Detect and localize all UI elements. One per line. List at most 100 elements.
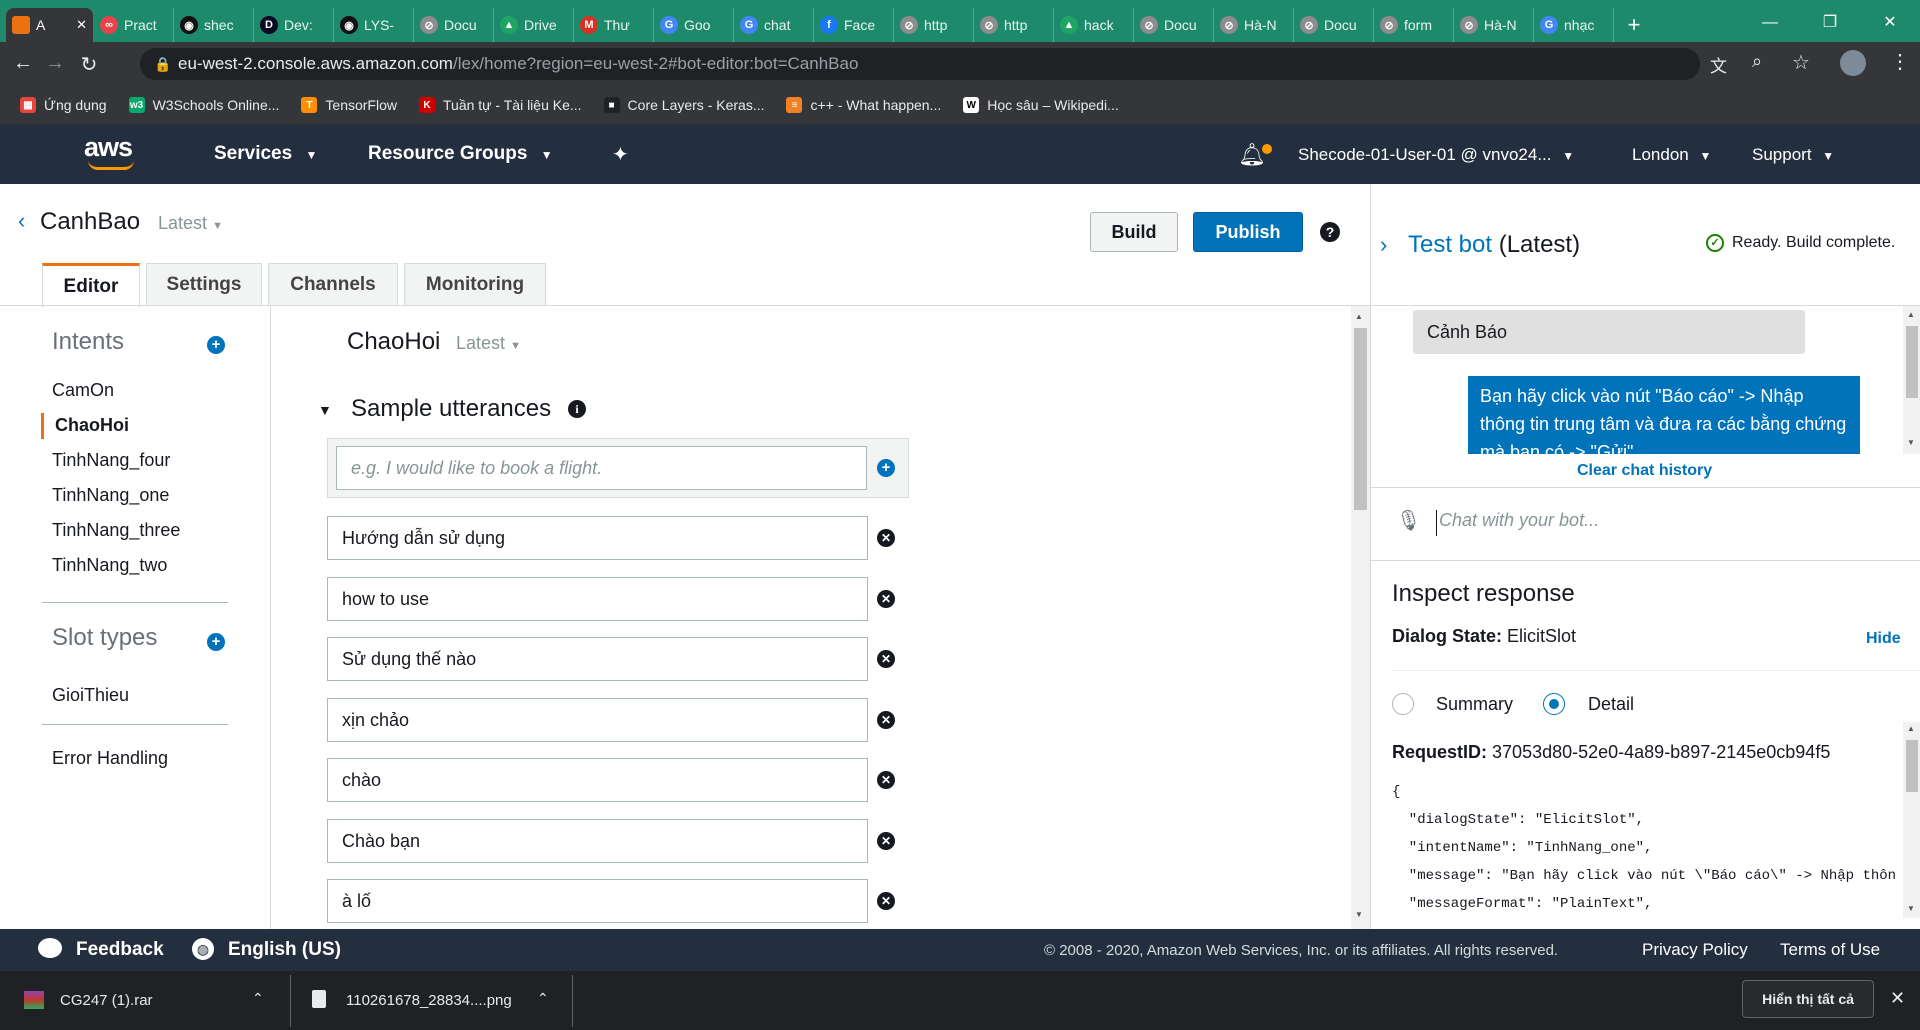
resource-groups-menu[interactable]: Resource Groups ▼: [368, 124, 553, 184]
info-icon[interactable]: i: [568, 400, 586, 418]
pin-icon[interactable]: ✦: [612, 142, 629, 167]
remove-utterance-icon[interactable]: ✕: [877, 771, 895, 789]
detail-radio[interactable]: [1543, 693, 1565, 715]
support-menu[interactable]: Support ▼: [1752, 124, 1834, 184]
browser-tab[interactable]: ⊘ Hà-N: [1214, 8, 1294, 42]
download-item-1[interactable]: CG247 (1).rar: [60, 992, 153, 1009]
feedback-link[interactable]: Feedback: [76, 939, 164, 961]
bookmark-item[interactable]: ▦ Ứng dụng: [20, 97, 107, 113]
sidebar-item-intent[interactable]: TinhNang_four: [52, 450, 170, 471]
new-utterance-input[interactable]: e.g. I would like to book a flight.: [336, 446, 867, 490]
scroll-up-icon[interactable]: ▲: [1907, 310, 1915, 319]
utterance-input[interactable]: Sử dụng thế nào: [327, 637, 868, 681]
tab-editor[interactable]: Editor: [42, 263, 140, 307]
editor-scrollbar[interactable]: ▲ ▼: [1351, 306, 1370, 929]
minimize-icon[interactable]: —: [1740, 4, 1800, 42]
browser-tab[interactable]: f Face: [814, 8, 894, 42]
bookmark-item[interactable]: K Tuần tự - Tài liệu Ke...: [419, 97, 582, 113]
remove-utterance-icon[interactable]: ✕: [877, 710, 895, 729]
add-slot-type-icon[interactable]: +: [207, 633, 225, 651]
scrollbar-thumb[interactable]: [1906, 740, 1918, 792]
scroll-up-icon[interactable]: ▲: [1355, 312, 1363, 321]
remove-utterance-icon[interactable]: ✕: [877, 529, 895, 547]
clear-chat-history-link[interactable]: Clear chat history: [1577, 462, 1712, 480]
browser-tab[interactable]: D Dev:: [254, 8, 334, 42]
browser-tab[interactable]: M Thư: [574, 8, 654, 42]
sidebar-item-intent[interactable]: CamOn: [52, 380, 114, 401]
browser-tab[interactable]: ◉ LYS-: [334, 8, 414, 42]
slot-type-gioithieu[interactable]: GioiThieu: [52, 685, 129, 706]
address-bar[interactable]: 🔒 eu-west-2.console.aws.amazon.com/lex/h…: [140, 48, 1700, 80]
show-all-downloads-button[interactable]: Hiển thị tất cả: [1742, 980, 1874, 1018]
utterance-input[interactable]: Chào bạn: [327, 818, 868, 863]
add-utterance-icon[interactable]: +: [877, 459, 895, 477]
close-downloads-icon[interactable]: ✕: [1890, 988, 1905, 1009]
scroll-down-icon[interactable]: ▼: [1355, 910, 1363, 919]
bookmark-item[interactable]: ■ Core Layers - Keras...: [603, 97, 764, 113]
remove-utterance-icon[interactable]: ✕: [877, 589, 895, 608]
browser-menu-icon[interactable]: ⋮: [1890, 49, 1910, 74]
browser-tab[interactable]: ▲ Drive: [494, 8, 574, 42]
chat-scrollbar[interactable]: ▲ ▼: [1903, 306, 1920, 454]
scroll-down-icon[interactable]: ▼: [1907, 438, 1915, 447]
bot-version-select[interactable]: Latest ▼: [158, 213, 223, 234]
sidebar-item-intent[interactable]: ChaoHoi: [55, 415, 129, 436]
chevron-up-icon[interactable]: ⌃: [537, 990, 549, 1007]
browser-tab[interactable]: ⊘ Docu: [1134, 8, 1214, 42]
browser-tab[interactable]: Gnhạc: [1534, 8, 1614, 42]
summary-radio[interactable]: [1392, 693, 1414, 715]
panel-expand-chevron-icon[interactable]: ›: [1380, 232, 1387, 258]
bookmark-item[interactable]: ≡ c++ - What happen...: [786, 97, 941, 113]
bookmark-star-icon[interactable]: ☆: [1792, 50, 1810, 75]
remove-utterance-icon[interactable]: ✕: [877, 831, 895, 850]
privacy-policy-link[interactable]: Privacy Policy: [1642, 940, 1748, 960]
browser-tab[interactable]: G Goo: [654, 8, 734, 42]
services-menu[interactable]: Services ▼: [214, 124, 317, 184]
help-icon[interactable]: ?: [1320, 222, 1340, 242]
forward-icon[interactable]: →: [42, 52, 68, 75]
terms-of-use-link[interactable]: Terms of Use: [1780, 940, 1880, 960]
sidebar-item-intent[interactable]: TinhNang_three: [52, 520, 180, 541]
aws-logo[interactable]: aws: [84, 132, 133, 163]
window-close-icon[interactable]: ✕: [1860, 4, 1920, 42]
reload-icon[interactable]: ↻: [76, 52, 102, 77]
bookmark-item[interactable]: T TensorFlow: [301, 97, 397, 113]
chevron-up-icon[interactable]: ⌃: [252, 990, 264, 1007]
inspect-scrollbar[interactable]: ▲ ▼: [1903, 722, 1920, 918]
browser-tab[interactable]: Gchat: [734, 8, 814, 42]
scroll-up-icon[interactable]: ▲: [1907, 724, 1915, 733]
scrollbar-thumb[interactable]: [1906, 326, 1918, 398]
account-menu[interactable]: Shecode-01-User-01 @ vnvo24... ▼: [1298, 124, 1574, 184]
browser-tab[interactable]: ⊘ form: [1374, 8, 1454, 42]
region-menu[interactable]: London ▼: [1632, 124, 1711, 184]
browser-tab[interactable]: ∞ Pract: [94, 8, 174, 42]
browser-tab[interactable]: ⊘ http: [974, 8, 1054, 42]
publish-button[interactable]: Publish: [1193, 212, 1303, 252]
browser-tab[interactable]: ▲ hack: [1054, 8, 1134, 42]
intent-version-select[interactable]: Latest ▼: [456, 333, 521, 354]
utterance-input[interactable]: chào: [327, 758, 868, 802]
sidebar-item-intent[interactable]: TinhNang_two: [52, 555, 167, 576]
collapse-caret-icon[interactable]: ▼: [318, 402, 332, 418]
microphone-icon[interactable]: 🎙︎: [1396, 508, 1421, 533]
browser-tab[interactable]: ⊘ Docu: [1294, 8, 1374, 42]
hide-link[interactable]: Hide: [1866, 630, 1901, 648]
browser-tab[interactable]: ◉ shec: [174, 8, 254, 42]
new-tab-button[interactable]: +: [1614, 8, 1654, 42]
utterance-input[interactable]: Hướng dẫn sử dụng: [327, 516, 868, 560]
maximize-icon[interactable]: ❐: [1800, 4, 1860, 42]
browser-tab[interactable]: ⊘ Docu: [414, 8, 494, 42]
download-item-2[interactable]: 110261678_28834....png: [346, 992, 512, 1009]
translate-icon[interactable]: 文: [1710, 52, 1727, 77]
scroll-down-icon[interactable]: ▼: [1907, 904, 1915, 913]
tab-channels[interactable]: Channels: [268, 263, 398, 305]
remove-utterance-icon[interactable]: ✕: [877, 650, 895, 668]
chat-input[interactable]: Chat with your bot...: [1436, 510, 1906, 536]
sidebar-item-intent[interactable]: TinhNang_one: [52, 485, 169, 506]
utterance-input[interactable]: à lố: [327, 879, 868, 923]
utterance-input[interactable]: xịn chảo: [327, 697, 868, 742]
utterance-input[interactable]: how to use: [327, 576, 868, 621]
browser-tab[interactable]: ⊘ Hà-N: [1454, 8, 1534, 42]
browser-tab[interactable]: A ✕: [6, 8, 94, 42]
feedback-icon[interactable]: [38, 938, 62, 958]
